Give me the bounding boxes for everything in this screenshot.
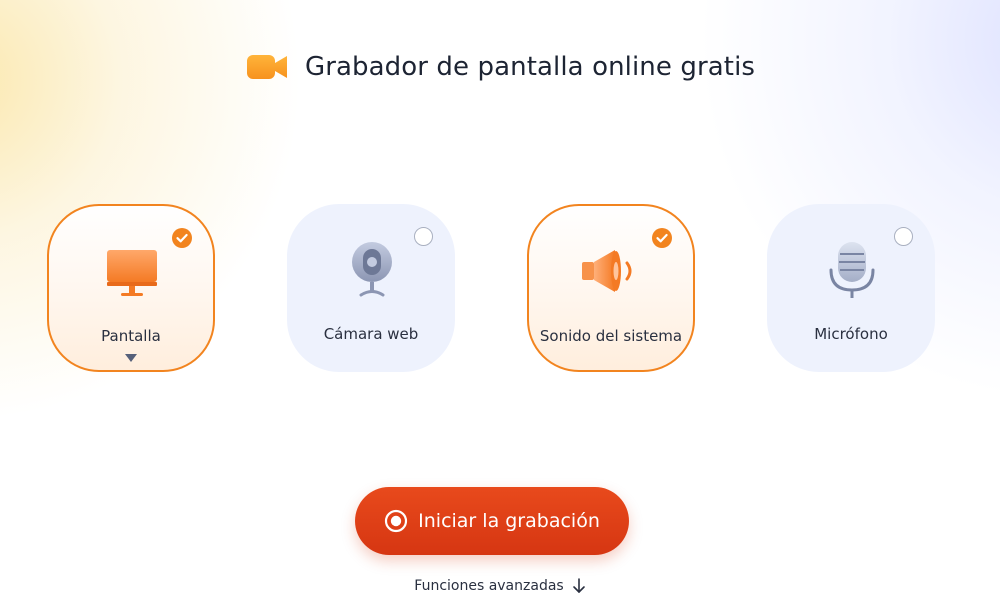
option-card-webcam[interactable]: Cámara web — [287, 204, 455, 372]
option-label: Cámara web — [323, 325, 419, 343]
caret-down-icon[interactable] — [125, 354, 137, 362]
start-recording-label: Iniciar la grabación — [418, 510, 600, 532]
unselected-radio-icon[interactable] — [894, 227, 913, 246]
monitor-icon — [107, 250, 157, 296]
unselected-radio-icon[interactable] — [414, 227, 433, 246]
webcam-icon — [352, 242, 392, 297]
selected-check-icon[interactable] — [172, 228, 192, 248]
advanced-features-link[interactable]: Funciones avanzadas — [0, 578, 1000, 594]
option-card-microphone[interactable]: Micrófono — [767, 204, 935, 372]
selected-check-icon[interactable] — [652, 228, 672, 248]
app-header: Grabador de pantalla online gratis — [0, 50, 1000, 84]
start-recording-button[interactable]: Iniciar la grabación — [355, 487, 629, 555]
page-title: Grabador de pantalla online gratis — [304, 52, 756, 82]
speaker-icon — [582, 250, 632, 292]
record-icon — [385, 509, 408, 533]
option-label: Sonido del sistema — [539, 327, 683, 345]
advanced-features-label: Funciones avanzadas — [414, 578, 564, 594]
option-card-screen[interactable]: Pantalla — [47, 204, 215, 372]
video-camera-icon — [246, 55, 287, 79]
option-card-system-sound[interactable]: Sonido del sistema — [527, 204, 695, 372]
option-label: Micrófono — [814, 325, 888, 343]
option-label: Pantalla — [101, 327, 161, 345]
arrow-down-icon — [572, 578, 585, 593]
microphone-icon — [829, 242, 875, 298]
